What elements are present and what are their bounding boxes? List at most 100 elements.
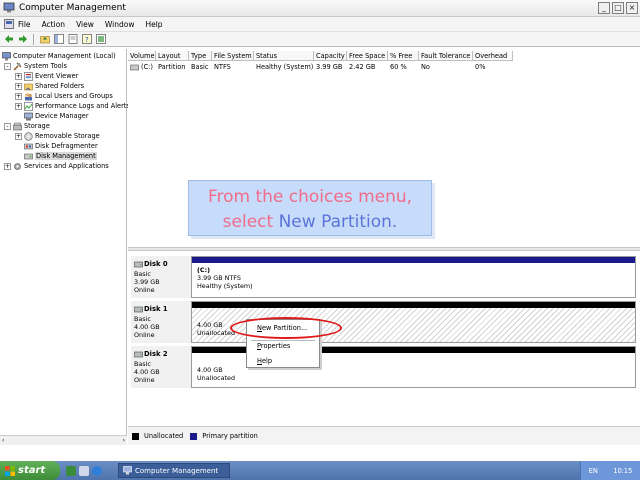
disk-2-name-row: Disk 2 <box>134 350 168 358</box>
disk-2-region-text: 4.00 GB Unallocated <box>197 366 235 382</box>
menu-item-properties[interactable]: Properties <box>257 342 290 350</box>
tree-item-device-manager[interactable]: Device Manager <box>24 111 89 121</box>
tree-item-removable-storage[interactable]: + Removable Storage <box>15 131 100 141</box>
column-header-type[interactable]: Type <box>189 51 212 61</box>
export-list-icon[interactable] <box>95 34 106 45</box>
tree-item-local-users[interactable]: + Local Users and Groups <box>15 91 113 101</box>
properties-rest: roperties <box>260 342 291 350</box>
unallocated-swatch <box>132 432 139 440</box>
column-header-overhead[interactable]: Overhead <box>473 51 513 61</box>
cell-volume-text: (C:) <box>141 63 153 71</box>
collapse-toggle[interactable]: - <box>4 62 11 70</box>
taskbar-item-computer-management[interactable]: Computer Management <box>118 463 230 478</box>
drive-icon <box>130 64 139 70</box>
expand-toggle[interactable]: + <box>4 162 11 170</box>
menu-file[interactable]: File <box>18 20 31 29</box>
cell-file-system: NTFS <box>214 63 231 71</box>
language-indicator[interactable]: EN <box>589 467 598 475</box>
desktop-quicklaunch-icon[interactable] <box>66 465 76 476</box>
show-hide-tree-icon[interactable] <box>53 34 64 45</box>
legend-unallocated: Unallocated <box>144 432 184 440</box>
menu-help[interactable]: Help <box>145 20 162 29</box>
disk-icon <box>134 306 143 312</box>
help-icon[interactable]: ? <box>81 34 92 45</box>
column-header-file-system[interactable]: File System <box>212 51 254 61</box>
tree-item-storage[interactable]: - Storage <box>4 121 50 131</box>
tree-item-services-applications[interactable]: + Services and Applications <box>4 161 109 171</box>
browser-quicklaunch-icon[interactable] <box>92 465 102 476</box>
tree-label: System Tools <box>24 62 67 70</box>
expand-toggle[interactable]: + <box>15 72 22 80</box>
disk-0-label[interactable]: Disk 0 Basic 3.99 GB Online <box>131 256 191 298</box>
column-header-volume[interactable]: Volume <box>128 51 156 61</box>
computer-icon <box>2 51 11 60</box>
tree-horizontal-scrollbar[interactable]: ‹ › <box>0 435 127 445</box>
svg-text:?: ? <box>85 36 89 44</box>
start-label: start <box>18 465 46 476</box>
tree-label: Removable Storage <box>35 132 100 140</box>
minimize-button[interactable]: _ <box>598 2 610 14</box>
tree-item-disk-management[interactable]: Disk Management <box>24 151 97 161</box>
table-row[interactable]: (C:) Partition Basic NTFS Healthy (Syste… <box>128 62 513 72</box>
tools-icon <box>13 62 22 70</box>
disk-0-partition-c[interactable]: (C:) 3.99 GB NTFS Healthy (System) <box>191 256 636 298</box>
tree-item-event-viewer[interactable]: + Event Viewer <box>15 71 78 81</box>
close-button[interactable]: × <box>626 2 638 14</box>
explorer-quicklaunch-icon[interactable] <box>79 465 89 476</box>
disk-1-label[interactable]: Disk 1 Basic 4.00 GB Online <box>131 301 191 343</box>
tree-label: Device Manager <box>35 112 89 120</box>
start-button[interactable]: start <box>0 461 60 480</box>
up-folder-icon[interactable] <box>39 34 50 45</box>
menu-separator <box>251 340 315 341</box>
column-header-layout[interactable]: Layout <box>156 51 189 61</box>
tree-label-selected: Disk Management <box>35 152 97 160</box>
back-arrow-icon[interactable] <box>3 34 14 45</box>
disk-2-label[interactable]: Disk 2 Basic 4.00 GB Online <box>131 346 191 388</box>
menu-window[interactable]: Window <box>105 20 135 29</box>
expand-toggle[interactable]: + <box>15 92 22 100</box>
expand-toggle[interactable]: + <box>15 82 22 90</box>
window-title: Computer Management <box>19 3 126 13</box>
cell-status: Healthy (System) <box>256 63 314 71</box>
mmc-console-icon[interactable] <box>4 19 14 29</box>
menu-item-help[interactable]: Help <box>257 357 272 365</box>
disk-1-size: 4.00 GB <box>134 323 160 331</box>
properties-icon[interactable] <box>67 34 78 45</box>
tree-item-system-tools[interactable]: - System Tools <box>4 61 67 71</box>
tree-item-disk-defragmenter[interactable]: Disk Defragmenter <box>24 141 98 151</box>
expand-toggle[interactable]: + <box>15 132 22 140</box>
system-tray: EN 10:15 <box>580 461 640 480</box>
column-header-percent-free[interactable]: % Free <box>388 51 419 61</box>
scroll-left-arrow-icon[interactable]: ‹ <box>2 437 4 444</box>
disk-1-type: Basic <box>134 315 151 323</box>
menu-bar: File Action View Window Help <box>0 17 640 32</box>
partition-c-size: 3.99 GB NTFS <box>197 274 241 282</box>
storage-icon <box>13 122 22 130</box>
column-header-fault-tolerance[interactable]: Fault Tolerance <box>419 51 473 61</box>
column-header-capacity[interactable]: Capacity <box>314 51 347 61</box>
forward-arrow-icon[interactable] <box>17 34 28 45</box>
tree-item-computer-management[interactable]: Computer Management (Local) <box>2 51 116 61</box>
console-tree: Computer Management (Local) - System Too… <box>0 49 130 445</box>
disk-2-type: Basic <box>134 360 151 368</box>
services-icon <box>14 162 21 170</box>
collapse-toggle[interactable]: - <box>4 122 11 130</box>
instruction-callout: From the choices menu, select New Partit… <box>188 180 432 236</box>
clock[interactable]: 10:15 <box>613 467 632 475</box>
disk-1-name-row: Disk 1 <box>134 305 168 313</box>
tree-item-shared-folders[interactable]: + Shared Folders <box>15 81 84 91</box>
tree-item-performance-logs[interactable]: + Performance Logs and Alerts <box>15 101 130 111</box>
menu-view[interactable]: View <box>76 20 94 29</box>
tree-label: Performance Logs and Alerts <box>35 102 130 110</box>
tree-label: Event Viewer <box>35 72 79 80</box>
menu-action[interactable]: Action <box>42 20 66 29</box>
maximize-button[interactable]: □ <box>612 2 624 14</box>
expand-toggle[interactable]: + <box>15 102 22 110</box>
scroll-right-arrow-icon[interactable]: › <box>123 437 125 444</box>
disk-icon <box>134 261 143 267</box>
disk-0-name: Disk 0 <box>144 260 168 268</box>
toolbar: ? <box>0 32 640 47</box>
column-header-free-space[interactable]: Free Space <box>347 51 388 61</box>
windows-logo-icon <box>5 465 15 476</box>
column-header-status[interactable]: Status <box>254 51 314 61</box>
